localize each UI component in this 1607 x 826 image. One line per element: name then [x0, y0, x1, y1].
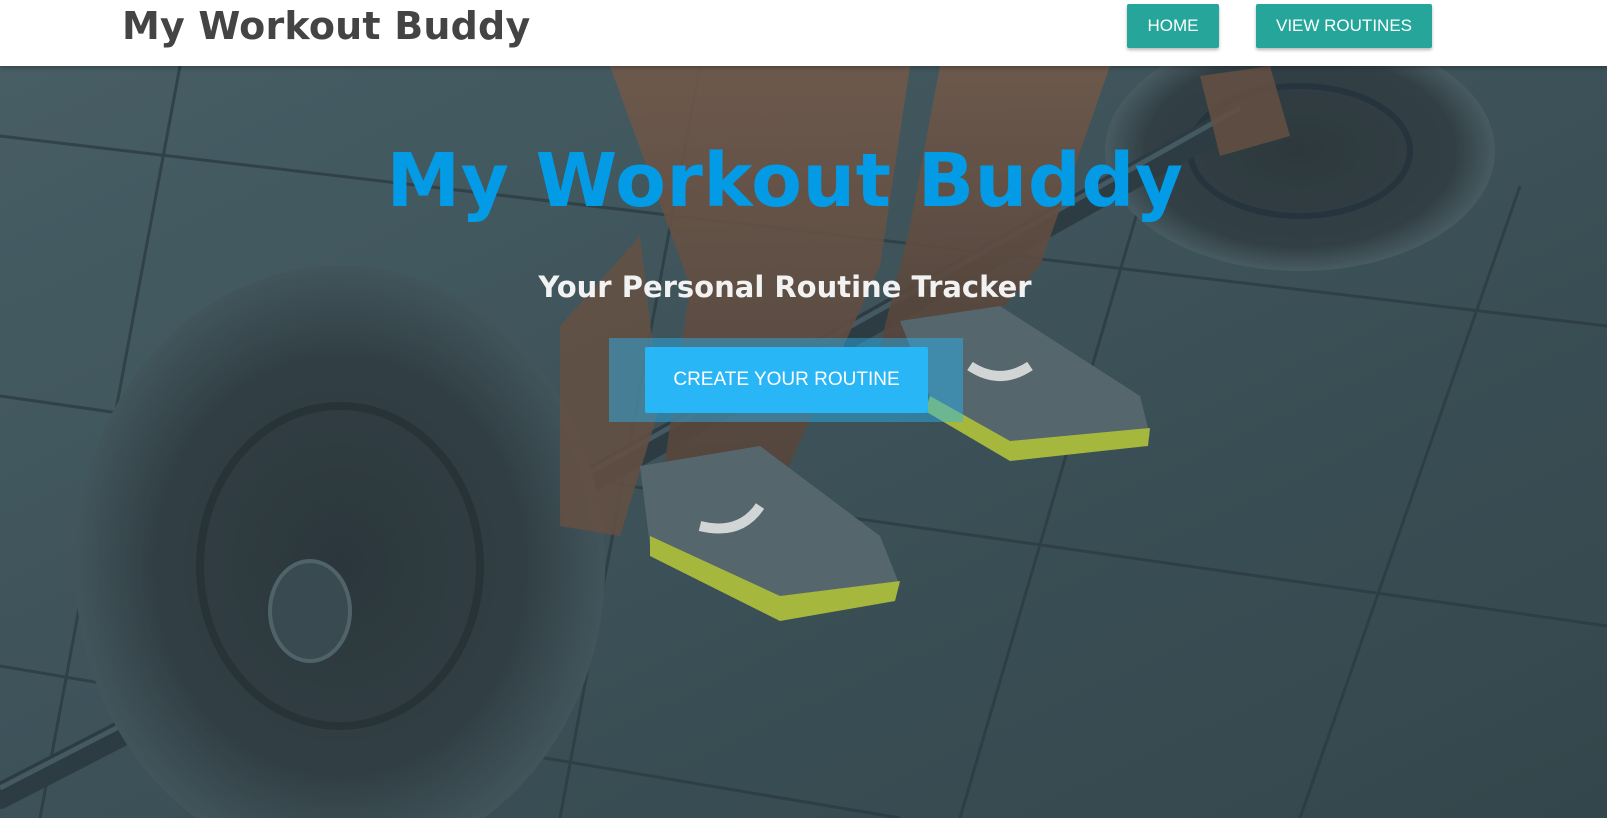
top-navbar: My Workout Buddy HOME VIEW ROUTINES	[0, 0, 1607, 66]
hero-title: My Workout Buddy	[386, 138, 1184, 224]
view-routines-button[interactable]: VIEW ROUTINES	[1256, 4, 1432, 48]
create-routine-button[interactable]: CREATE YOUR ROUTINE	[645, 347, 928, 413]
brand-logo-link[interactable]: My Workout Buddy	[122, 4, 530, 48]
home-button[interactable]: HOME	[1127, 4, 1219, 48]
page-bottom-edge	[0, 818, 1607, 826]
hero-subtitle: Your Personal Routine Tracker	[538, 270, 1032, 304]
